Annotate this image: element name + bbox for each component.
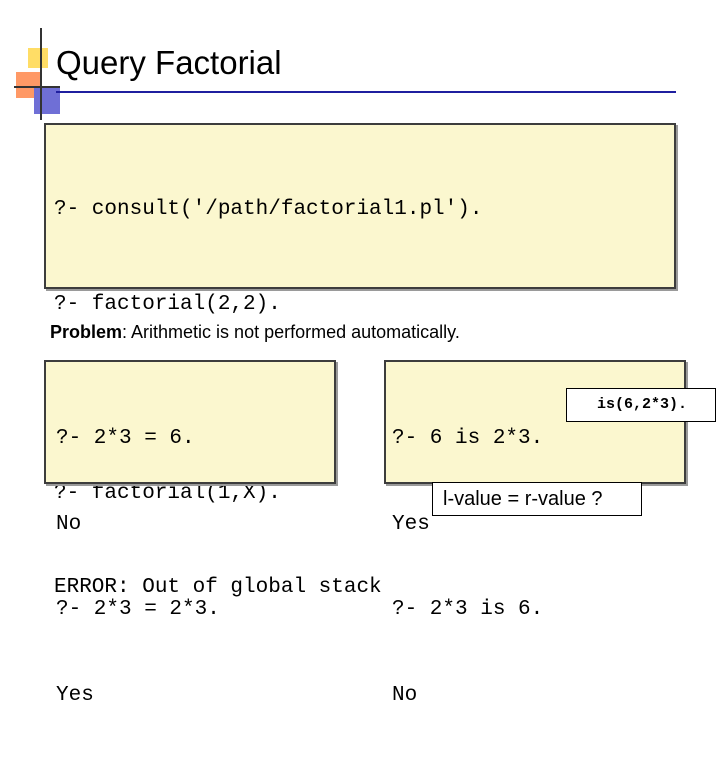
unification-panel: ?- 2*3 = 6. No ?- 2*3 = 2*3. Yes [44, 360, 336, 707]
title-decoration-horizontal-line [14, 86, 60, 88]
problem-text: : Arithmetic is not performed automatica… [122, 322, 460, 342]
code-line: ?- consult('/path/factorial1.pl'). [54, 198, 483, 221]
is-operator-panel: ?- 6 is 2*3. Yes ?- 2*3 is 6. No [384, 360, 686, 707]
right-code-block: ?- 6 is 2*3. Yes ?- 2*3 is 6. No [392, 368, 684, 767]
main-query-panel: ?- consult('/path/factorial1.pl'). ?- fa… [44, 123, 676, 599]
title-underline [56, 91, 676, 93]
problem-statement: Problem: Arithmetic is not performed aut… [50, 322, 460, 343]
title-decoration-yellow-square [28, 48, 48, 68]
code-line: ?- factorial(2,2). [54, 292, 281, 316]
code-line: No [392, 683, 418, 707]
code-line: Yes [56, 683, 94, 707]
left-code-block: ?- 2*3 = 6. No ?- 2*3 = 2*3. Yes [56, 368, 334, 767]
code-line: ?- 2*3 is 6. [392, 598, 544, 621]
code-line: ?- 2*3 = 6. [56, 427, 195, 450]
title-decoration-vertical-line [40, 28, 42, 120]
slide-title: Query Factorial [56, 44, 282, 81]
is-callout: is(6,2*3). [566, 388, 716, 422]
code-line: No [56, 512, 82, 536]
code-line: ?- 6 is 2*3. [392, 427, 544, 450]
problem-label: Problem [50, 322, 123, 342]
lvalue-callout: l-value = r-value ? [432, 482, 642, 516]
code-line: ?- 2*3 = 2*3. [56, 598, 220, 621]
